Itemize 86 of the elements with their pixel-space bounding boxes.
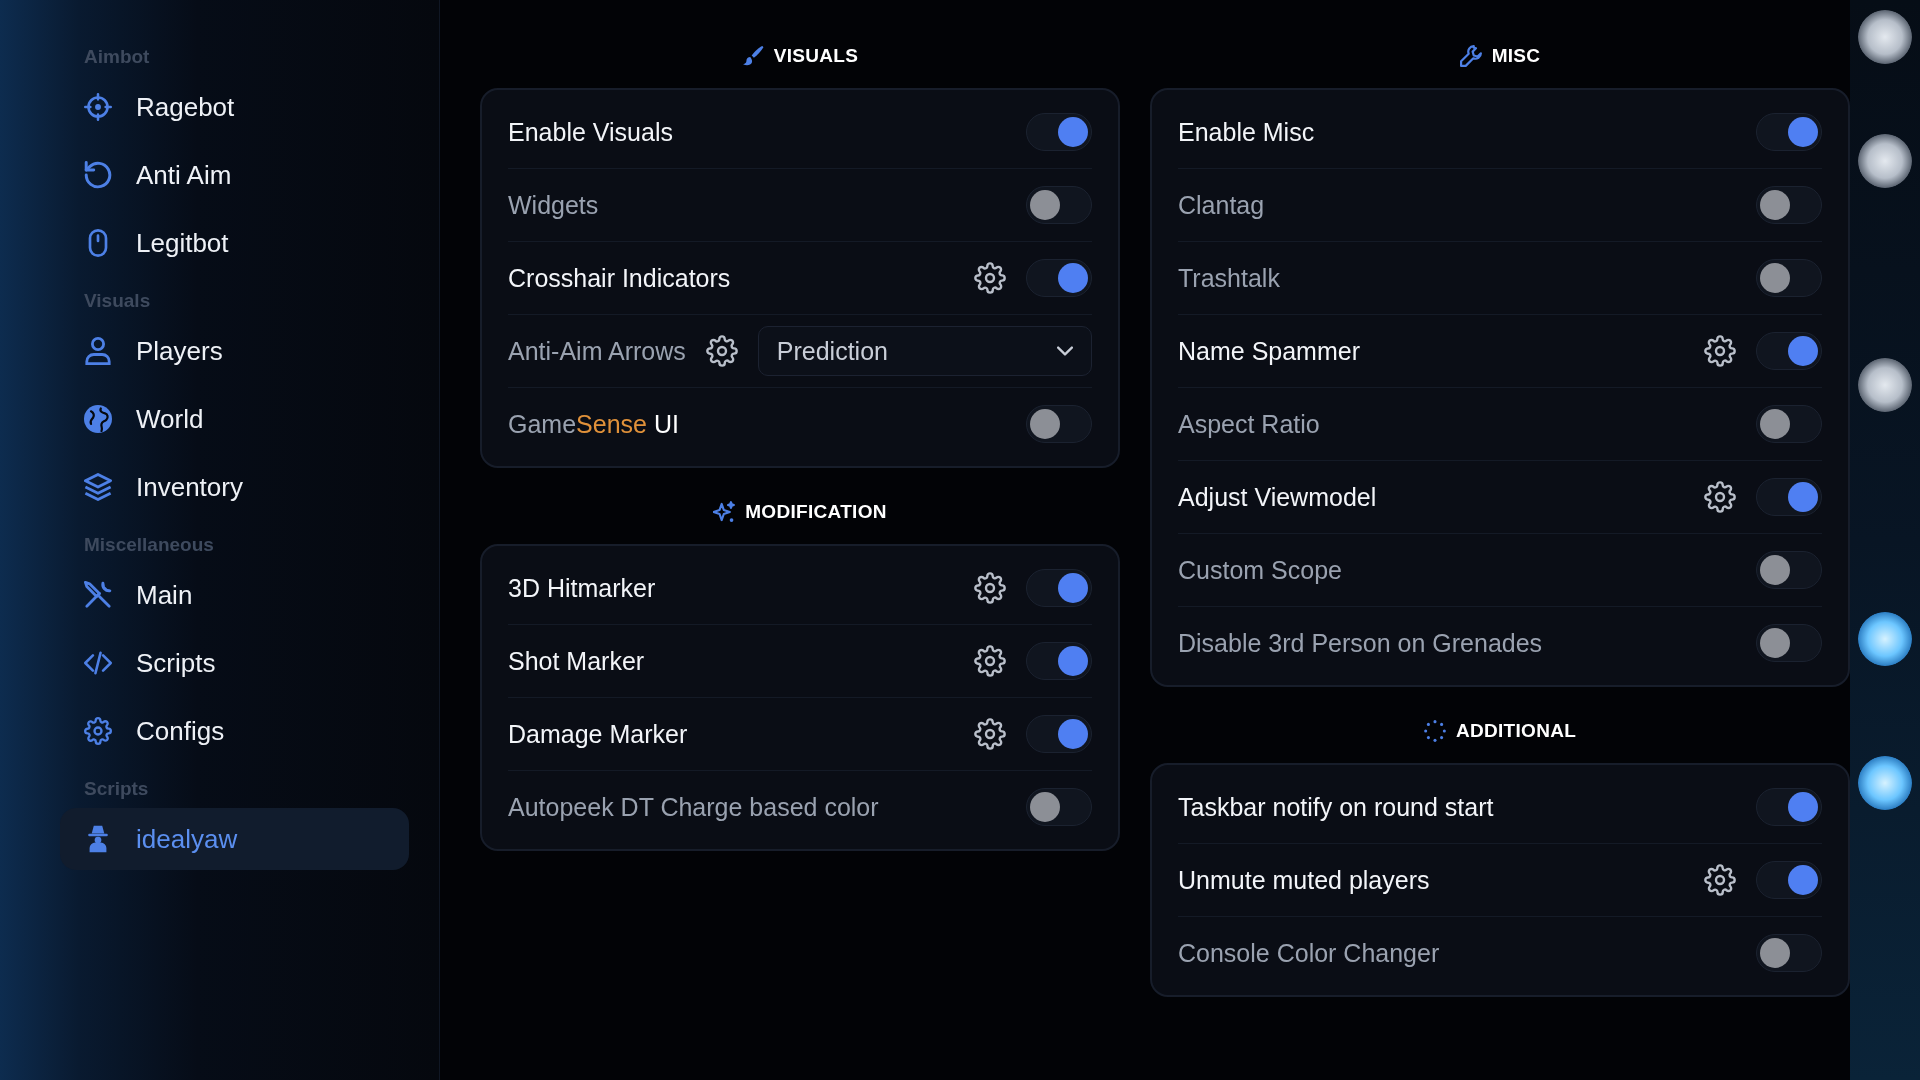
toggle-switch[interactable] bbox=[1026, 405, 1092, 443]
code-icon bbox=[84, 649, 112, 677]
setting-label: Unmute muted players bbox=[1178, 865, 1430, 895]
setting-label: 3D Hitmarker bbox=[508, 573, 656, 603]
settings-icon[interactable] bbox=[974, 572, 1006, 604]
nav-item[interactable]: Scripts bbox=[60, 632, 409, 694]
setting-label: Custom Scope bbox=[1178, 555, 1342, 585]
light-dot-icon bbox=[1858, 612, 1912, 666]
nav-item[interactable]: Players bbox=[60, 320, 409, 382]
setting-label: Adjust Viewmodel bbox=[1178, 482, 1377, 512]
section-title: MISC bbox=[1491, 45, 1541, 67]
user-icon bbox=[84, 337, 112, 365]
tools-icon bbox=[84, 581, 112, 609]
brush-icon bbox=[741, 45, 764, 67]
setting-label: Console Color Changer bbox=[1178, 938, 1440, 968]
settings-icon[interactable] bbox=[974, 262, 1006, 294]
setting-label: Widgets bbox=[508, 190, 599, 220]
light-dot-icon bbox=[1858, 358, 1912, 412]
setting-label: Aspect Ratio bbox=[1178, 409, 1320, 439]
nav-item[interactable]: Legitbot bbox=[60, 212, 409, 274]
setting-label: Name Spammer bbox=[1178, 336, 1360, 366]
setting-label: Anti-Aim Arrows bbox=[508, 336, 686, 366]
settings-icon[interactable] bbox=[1704, 481, 1736, 513]
setting-label: UI bbox=[652, 409, 679, 439]
section-title: VISUALS bbox=[773, 45, 859, 67]
nav-item[interactable]: World bbox=[60, 388, 409, 450]
setting-label: Trashtalk bbox=[1178, 263, 1280, 293]
toggle-switch[interactable] bbox=[1026, 642, 1092, 680]
nav-item[interactable]: Configs bbox=[60, 700, 409, 762]
toggle-switch[interactable] bbox=[1756, 551, 1822, 589]
nav-item[interactable]: Ragebot bbox=[60, 76, 409, 138]
setting-label: Enable Misc bbox=[1178, 117, 1315, 147]
rotate-left-icon bbox=[84, 161, 112, 189]
setting-label: Shot Marker bbox=[508, 646, 645, 676]
settings-icon[interactable] bbox=[974, 645, 1006, 677]
wrench-icon bbox=[1459, 45, 1482, 67]
nav-section-title: Miscellaneous bbox=[84, 534, 214, 556]
toggle-switch[interactable] bbox=[1026, 788, 1092, 826]
dotted-circle-icon bbox=[1423, 720, 1446, 742]
toggle-switch[interactable] bbox=[1026, 113, 1092, 151]
settings-icon[interactable] bbox=[705, 335, 738, 367]
nav-item[interactable]: idealyaw bbox=[60, 808, 409, 870]
light-dot-icon bbox=[1858, 756, 1912, 810]
toggle-switch[interactable] bbox=[1756, 405, 1822, 443]
toggle-switch[interactable] bbox=[1756, 788, 1822, 826]
toggle-switch[interactable] bbox=[1756, 478, 1822, 516]
toggle-switch[interactable] bbox=[1026, 259, 1092, 297]
globe-icon bbox=[84, 405, 112, 433]
toggle-switch[interactable] bbox=[1756, 186, 1822, 224]
toggle-switch[interactable] bbox=[1756, 113, 1822, 151]
light-dot-icon bbox=[1858, 134, 1912, 188]
toggle-switch[interactable] bbox=[1756, 861, 1822, 899]
nav-item[interactable]: Inventory bbox=[60, 456, 409, 518]
layers-icon bbox=[84, 473, 112, 501]
gear-icon bbox=[84, 717, 112, 745]
nav-section-title: Scripts bbox=[84, 778, 149, 800]
setting-label: Taskbar notify on round start bbox=[1178, 792, 1494, 822]
toggle-switch[interactable] bbox=[1756, 934, 1822, 972]
setting-label: Game bbox=[508, 409, 577, 439]
section-title: MODIFICATION bbox=[745, 501, 887, 523]
settings-icon[interactable] bbox=[1704, 335, 1736, 367]
setting-label: Autopeek DT Charge based color bbox=[508, 792, 879, 822]
toggle-switch[interactable] bbox=[1026, 715, 1092, 753]
nav-item[interactable]: Anti Aim bbox=[60, 144, 409, 206]
nav-section-title: Visuals bbox=[84, 290, 151, 312]
setting-label: Crosshair Indicators bbox=[508, 263, 731, 293]
nav-section-title: Aimbot bbox=[84, 46, 150, 68]
light-dot-icon bbox=[1858, 10, 1912, 64]
toggle-switch[interactable] bbox=[1026, 186, 1092, 224]
setting-label: Disable 3rd Person on Grenades bbox=[1178, 628, 1543, 658]
setting-label: Clantag bbox=[1178, 190, 1265, 220]
setting-label: Sense bbox=[576, 409, 647, 439]
setting-label: Enable Visuals bbox=[508, 117, 673, 147]
dropdown[interactable]: Prediction bbox=[757, 326, 1092, 376]
toggle-switch[interactable] bbox=[1756, 259, 1822, 297]
toggle-switch[interactable] bbox=[1756, 624, 1822, 662]
setting-label: Damage Marker bbox=[508, 719, 688, 749]
crosshair-icon bbox=[84, 93, 112, 121]
caret-icon bbox=[1057, 346, 1073, 356]
settings-icon[interactable] bbox=[1704, 864, 1736, 896]
sparkles-icon bbox=[713, 501, 736, 523]
settings-icon[interactable] bbox=[974, 718, 1006, 750]
nav-item[interactable]: Main bbox=[60, 564, 409, 626]
toggle-switch[interactable] bbox=[1756, 332, 1822, 370]
section-title: ADDITIONAL bbox=[1455, 720, 1577, 742]
toggle-switch[interactable] bbox=[1026, 569, 1092, 607]
